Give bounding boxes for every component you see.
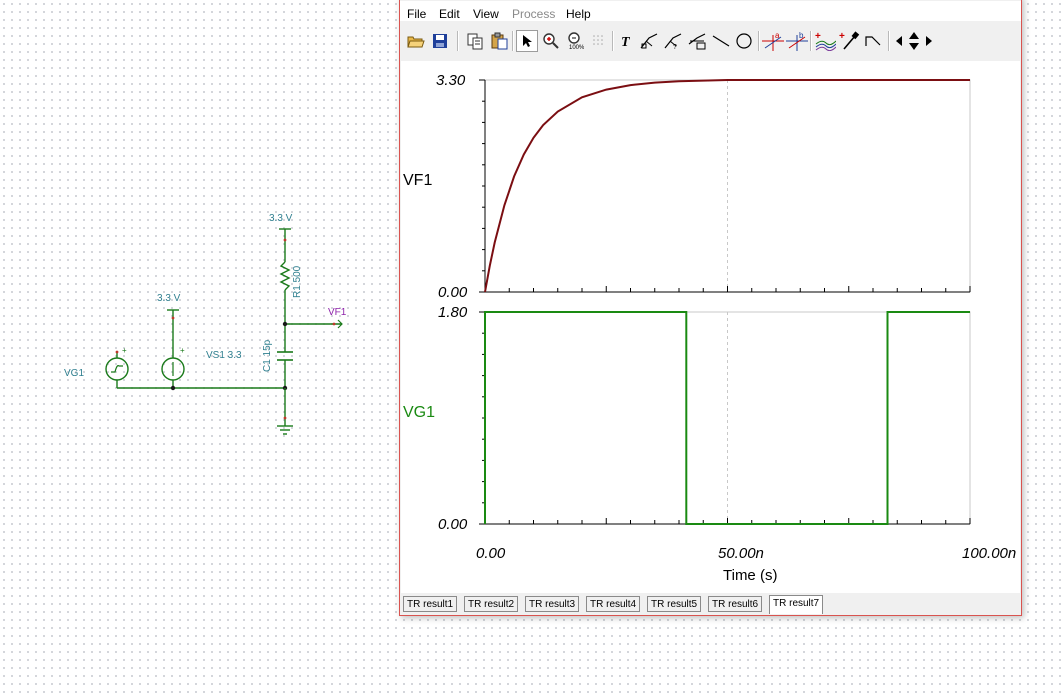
c1-capacitor[interactable]: C1 15p xyxy=(262,324,293,388)
svg-text:a: a xyxy=(775,31,780,40)
vf1-chart: 3.30 0.00 VF1 xyxy=(403,72,971,301)
menu-edit[interactable]: Edit xyxy=(439,7,460,21)
xtick-100n: 100.00n xyxy=(962,545,1016,562)
text-icon[interactable]: T xyxy=(616,30,638,52)
step-icon[interactable] xyxy=(862,30,884,52)
add-curve-icon[interactable]: + xyxy=(814,30,836,52)
plot-area[interactable]: 3.30 0.00 VF1 1.80 0.00 VG1 0.00 50.00n xyxy=(401,61,1020,593)
r1-supply-label: 3.3 V xyxy=(269,213,293,224)
circle-icon[interactable] xyxy=(733,30,755,52)
svg-text:100%: 100% xyxy=(569,45,584,50)
open-icon[interactable] xyxy=(405,30,427,52)
svg-text:?: ? xyxy=(673,44,677,50)
svg-text:+: + xyxy=(815,31,821,42)
xtick-0: 0.00 xyxy=(476,545,506,562)
vf1-minor-ticks xyxy=(482,100,971,292)
cursor-b-icon[interactable]: b xyxy=(786,30,808,52)
tab-tr-result1[interactable]: TR result1 xyxy=(403,596,458,612)
menu-process[interactable]: Process xyxy=(512,7,555,21)
cursor-tool-1-icon[interactable] xyxy=(638,30,660,52)
menu-bar: File Edit View Process Help xyxy=(400,1,1021,21)
zoom-100-icon[interactable]: 100% xyxy=(564,30,586,52)
tab-tr-result4[interactable]: TR result4 xyxy=(586,596,641,612)
cursor-a-icon[interactable]: a xyxy=(762,30,784,52)
vf1-label: VF1 xyxy=(328,307,347,318)
paste-icon[interactable] xyxy=(488,30,510,52)
c1-label: C1 15p xyxy=(262,339,273,372)
tab-tr-result3[interactable]: TR result3 xyxy=(525,596,580,612)
menu-file[interactable]: File xyxy=(407,7,426,21)
menu-view[interactable]: View xyxy=(473,7,499,21)
vf1-probe[interactable]: VF1 xyxy=(282,307,347,329)
svg-text:b: b xyxy=(799,31,804,40)
pointer-icon[interactable] xyxy=(516,30,538,52)
grid-icon[interactable] xyxy=(588,30,610,52)
vg1-chart: 1.80 0.00 VG1 0.00 50.00n 100.00n Time (… xyxy=(403,304,1016,584)
vs1-source[interactable]: 3.3 V + VS1 3.3 xyxy=(157,293,242,388)
menu-help[interactable]: Help xyxy=(566,7,591,21)
plots-svg: 3.30 0.00 VF1 1.80 0.00 VG1 0.00 50.00n xyxy=(403,72,1016,584)
save-icon[interactable] xyxy=(429,30,451,52)
vs1-label: VS1 3.3 xyxy=(206,350,242,361)
arrow-left-icon[interactable] xyxy=(892,30,906,52)
toolbar: 100% T ? a b + + xyxy=(400,27,1021,55)
vf1-ylabel: VF1 xyxy=(403,172,432,189)
diagram-window: File Edit View Process Help 100% T ? a b… xyxy=(399,0,1022,616)
vg1-ylabel: VG1 xyxy=(403,404,435,421)
add-probe-icon[interactable]: + xyxy=(838,30,860,52)
vg1-ytick-zero: 0.00 xyxy=(438,516,468,533)
copy-icon[interactable] xyxy=(464,30,486,52)
x-axis-label: Time (s) xyxy=(723,567,777,584)
vg1-minor-ticks xyxy=(482,332,971,524)
r1-resistor[interactable]: 3.3 V R1 500 xyxy=(269,213,303,324)
zoom-in-icon[interactable] xyxy=(540,30,562,52)
xtick-50n: 50.00n xyxy=(718,545,764,562)
vf1-ytick-zero: 0.00 xyxy=(438,284,468,301)
svg-text:T: T xyxy=(621,35,631,49)
r1-label: R1 500 xyxy=(292,265,303,298)
vg1-generator[interactable]: VG1 + xyxy=(64,346,129,388)
tab-tr-result2[interactable]: TR result2 xyxy=(464,596,519,612)
result-tabs: TR result1 TR result2 TR result3 TR resu… xyxy=(400,595,1021,615)
vf1-ytick-top: 3.30 xyxy=(436,72,466,89)
svg-text:+: + xyxy=(122,346,127,355)
line-icon[interactable] xyxy=(710,30,732,52)
tab-tr-result5[interactable]: TR result5 xyxy=(647,596,702,612)
ground-net[interactable] xyxy=(117,385,293,435)
tab-tr-result7[interactable]: TR result7 xyxy=(769,595,824,614)
svg-text:+: + xyxy=(839,31,845,42)
arrow-right-icon[interactable] xyxy=(922,30,936,52)
schematic-canvas[interactable]: VG1 + 3.3 V + VS1 3.3 3.3 V R1 500 C1 15… xyxy=(0,0,390,697)
vs1-supply-label: 3.3 V xyxy=(157,293,181,304)
vg1-label: VG1 xyxy=(64,368,84,379)
vg1-ytick-top: 1.80 xyxy=(438,304,468,321)
arrow-updown-icon[interactable] xyxy=(906,30,922,52)
cursor-tool-3-icon[interactable] xyxy=(686,30,708,52)
tab-tr-result6[interactable]: TR result6 xyxy=(708,596,763,612)
svg-text:+: + xyxy=(180,346,185,355)
cursor-tool-2-icon[interactable]: ? xyxy=(662,30,684,52)
